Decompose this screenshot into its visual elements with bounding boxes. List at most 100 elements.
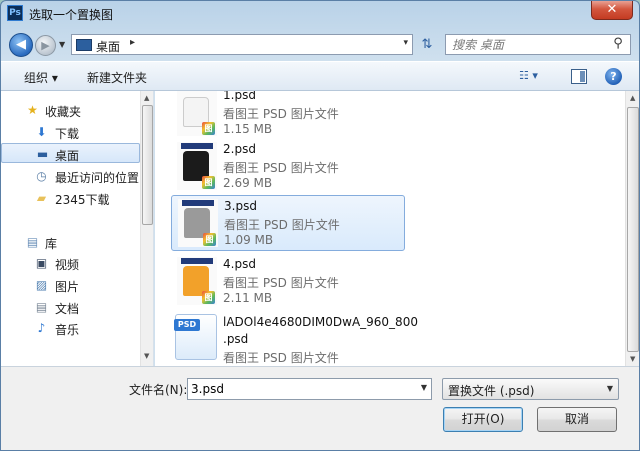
change-view-button[interactable]: ☷ ▾ (519, 69, 555, 85)
file-scroll-thumb[interactable] (627, 107, 639, 352)
close-button[interactable]: ✕ (591, 1, 633, 20)
image-viewer-badge-icon: 图 (203, 233, 216, 246)
filetype-select[interactable]: 置换文件 (.psd) ▼ (442, 378, 619, 400)
history-dropdown-button[interactable]: ▼ (59, 37, 69, 53)
nav-label: 2345下载 (55, 193, 110, 207)
search-input[interactable] (452, 37, 602, 52)
file-thumbnail: 图 (178, 199, 218, 247)
video-icon: ▣ (35, 256, 48, 270)
preview-pane-button[interactable] (571, 69, 587, 84)
nav-desktop[interactable]: ▬ 桌面 (1, 143, 140, 163)
file-name: 3.psd (224, 199, 257, 213)
file-type: 看图王 PSD 图片文件 (223, 276, 339, 290)
file-thumbnail: 图 (177, 257, 217, 305)
back-button[interactable]: ◀ (9, 33, 33, 57)
file-name-ext: .psd (223, 332, 249, 346)
nav-downloads[interactable]: ⬇ 下载 (1, 122, 140, 142)
libraries-icon: ▤ (26, 235, 39, 249)
search-icon[interactable]: ⚲ (610, 36, 626, 52)
file-open-dialog: Ps 选取一个置换图 ✕ ◀ ▶ ▼ 桌面 ▸ ▾ ⇅ ⚲ 组织 ▾ 新建文件夹… (0, 0, 640, 451)
file-type: 看图王 PSD 图片文件 (223, 107, 339, 121)
nav-label: 视频 (55, 258, 80, 272)
file-item-5[interactable]: PSD lADOl4e4680DIM0DwA_960_800 .psd 看图王 … (171, 312, 418, 366)
chevron-down-icon: ▼ (59, 40, 66, 49)
pictures-icon: ▨ (35, 278, 48, 292)
file-type: 看图王 PSD 图片文件 (223, 161, 339, 175)
arrow-left-icon: ◀ (16, 37, 26, 52)
nav-label: 收藏夹 (45, 105, 82, 119)
help-button[interactable]: ? (605, 68, 622, 85)
image-viewer-badge-icon: 图 (202, 291, 215, 304)
nav-scroll-thumb[interactable] (142, 105, 153, 225)
filename-label: 文件名(N): (129, 383, 188, 397)
navigation-pane: ★ 收藏夹 ⬇ 下载 ▬ 桌面 ◷ 最近访问的位置 ▰ 2345下载 ▤ 库 ▣… (1, 91, 154, 366)
refresh-icon: ⇅ (421, 37, 433, 52)
scroll-down-icon[interactable]: ▼ (630, 355, 635, 363)
address-dropdown-icon[interactable]: ▾ (403, 38, 408, 48)
file-item-4[interactable]: 图 4.psd 看图王 PSD 图片文件 2.11 MB (171, 254, 405, 310)
nav-recent-places[interactable]: ◷ 最近访问的位置 (1, 166, 140, 186)
file-name: 2.psd (223, 142, 256, 156)
nav-label: 最近访问的位置 (55, 171, 140, 185)
filetype-value: 置换文件 (.psd) (448, 384, 535, 398)
breadcrumb-chevron-icon[interactable]: ▸ (130, 37, 135, 48)
nav-scrollbar[interactable]: ▲ ▼ (140, 91, 153, 366)
file-item-2[interactable]: 图 2.psd 看图王 PSD 图片文件 2.69 MB (171, 139, 405, 195)
window-title: 选取一个置换图 (29, 8, 114, 22)
recent-places-icon: ◷ (36, 169, 47, 183)
file-size: 2.11 MB (223, 291, 273, 305)
file-size: 1.15 MB (223, 122, 273, 136)
nav-pictures[interactable]: ▨ 图片 (1, 275, 140, 295)
scroll-down-icon[interactable]: ▼ (144, 352, 149, 360)
filename-input[interactable] (191, 381, 406, 397)
nav-documents[interactable]: ▤ 文档 (1, 297, 140, 317)
new-folder-button[interactable]: 新建文件夹 (87, 69, 147, 86)
desktop-icon (76, 39, 92, 51)
address-location[interactable]: 桌面 (96, 38, 120, 55)
scroll-up-icon[interactable]: ▲ (630, 94, 635, 102)
chevron-down-icon: ▼ (606, 384, 613, 393)
file-item-3[interactable]: 图 3.psd 看图王 PSD 图片文件 1.09 MB (171, 195, 405, 251)
file-name: 1.psd (223, 91, 256, 102)
photoshop-icon: Ps (7, 5, 23, 21)
nav-music[interactable]: ♪ 音乐 (1, 318, 140, 338)
address-bar[interactable]: 桌面 ▸ ▾ (71, 34, 413, 55)
chevron-down-icon[interactable]: ▼ (421, 383, 427, 392)
cancel-button[interactable]: 取消 (537, 407, 617, 432)
file-list: 图 1.psd 看图王 PSD 图片文件 1.15 MB 图 2.psd 看图王… (155, 91, 625, 366)
command-bar: 组织 ▾ 新建文件夹 ☷ ▾ ? (1, 61, 639, 91)
nav-label: 图片 (55, 280, 80, 294)
file-item-1[interactable]: 图 1.psd 看图王 PSD 图片文件 1.15 MB (171, 91, 405, 141)
refresh-button[interactable]: ⇅ (415, 34, 439, 55)
psd-file-icon: PSD (174, 314, 217, 360)
nav-label: 桌面 (55, 149, 80, 163)
organize-button[interactable]: 组织 ▾ (24, 69, 58, 86)
nav-label: 文档 (55, 302, 80, 316)
nav-libraries[interactable]: ▤ 库 (1, 232, 140, 252)
open-button[interactable]: 打开(O) (443, 407, 523, 432)
documents-icon: ▤ (35, 300, 48, 314)
file-type: 看图王 PSD 图片文件 (224, 218, 340, 232)
nav-favorites[interactable]: ★ 收藏夹 (1, 100, 140, 120)
nav-label: 库 (45, 237, 58, 251)
folder-icon: ▰ (36, 191, 47, 205)
file-name: 4.psd (223, 257, 256, 271)
thumbnail-header (181, 143, 213, 149)
thumbnail-header (182, 200, 214, 206)
search-box[interactable]: ⚲ (445, 34, 631, 55)
psd-tag: PSD (174, 319, 200, 331)
file-size: 2.69 MB (223, 176, 273, 190)
forward-button[interactable]: ▶ (35, 35, 56, 56)
file-thumbnail: 图 (177, 142, 217, 190)
filename-combobox[interactable]: ▼ (187, 378, 432, 400)
scroll-up-icon[interactable]: ▲ (144, 94, 149, 102)
nav-videos[interactable]: ▣ 视频 (1, 253, 140, 273)
nav-2345-downloads[interactable]: ▰ 2345下载 (1, 188, 140, 208)
file-scrollbar[interactable]: ▲ ▼ (625, 91, 639, 366)
dialog-footer: 文件名(N): ▼ 置换文件 (.psd) ▼ 打开(O) 取消 (1, 366, 639, 450)
nav-label: 音乐 (55, 323, 80, 337)
music-icon: ♪ (37, 321, 46, 335)
file-thumbnail: 图 (177, 91, 217, 136)
file-name: lADOl4e4680DIM0DwA_960_800 (223, 315, 418, 329)
nav-label: 下载 (55, 127, 80, 141)
